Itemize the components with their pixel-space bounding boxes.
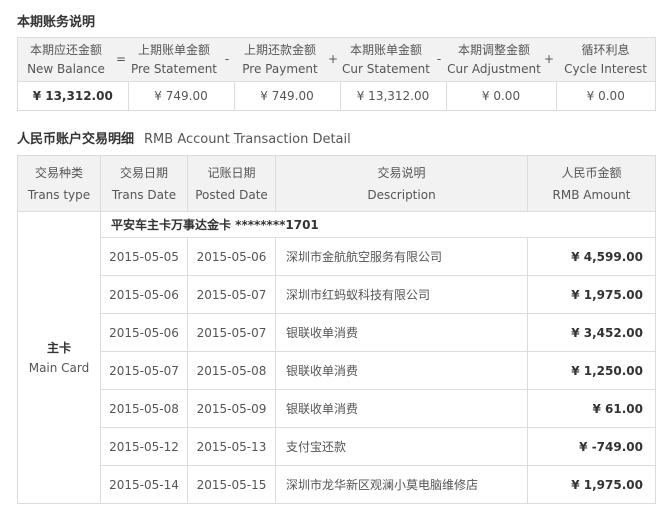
table-row: 2015-05-06 2015-05-07 银联收单消费 ¥ 3,452.00 xyxy=(18,313,656,352)
cur-adjustment-value: ¥ 0.00 xyxy=(445,81,557,111)
cycle-interest-header: 循环利息 Cycle Interest xyxy=(556,37,656,82)
transaction-table: 交易种类 Trans type 交易日期 Trans Date 记账日期 Pos… xyxy=(17,155,656,504)
header-label-en: Posted Date xyxy=(195,187,268,202)
header-label-zh: 循环利息 xyxy=(581,42,630,57)
header-label-en: Cur Adjustment xyxy=(447,61,541,76)
cur-statement-value: ¥ 13,312.00 xyxy=(339,81,447,111)
header-label-zh: 上期账单金额 xyxy=(137,42,210,57)
amount: ¥ 4,599.00 xyxy=(527,237,656,276)
minus-operator: - xyxy=(432,37,446,82)
card-title-row: 主卡 Main Card 平安车主卡万事达金卡 ********1701 xyxy=(17,211,656,504)
rmb-section-title-en: RMB Account Transaction Detail xyxy=(144,132,351,147)
header-label-zh: 人民币金额 xyxy=(561,165,622,180)
header-label-zh: 交易种类 xyxy=(34,165,83,180)
header-label-en: Description xyxy=(367,187,436,202)
header-label-en: Cur Statement xyxy=(342,61,430,76)
trans-date: 2015-05-06 xyxy=(100,313,188,352)
trans-date: 2015-05-05 xyxy=(100,237,188,276)
header-label-zh: 上期还款金额 xyxy=(243,42,316,57)
cycle-interest-value: ¥ 0.00 xyxy=(555,81,656,111)
posted-date: 2015-05-07 xyxy=(187,275,276,314)
amount: ¥ 61.00 xyxy=(527,389,656,428)
amount: ¥ 1,975.00 xyxy=(527,465,656,504)
header-label-zh: 记账日期 xyxy=(207,165,256,180)
pre-statement-value: ¥ 749.00 xyxy=(127,81,235,111)
pre-payment-header: 上期还款金额 Pre Payment xyxy=(234,37,326,82)
description: 深圳市金航航空服务有限公司 xyxy=(275,237,528,276)
trans-date: 2015-05-12 xyxy=(100,427,188,466)
header-label-en: Pre Payment xyxy=(242,61,318,76)
new-balance-value: ¥ 13,312.00 xyxy=(17,81,129,111)
header-label-zh: 本期应还金额 xyxy=(29,42,102,57)
balance-summary-table: 本期应还金额 New Balance = 上期账单金额 Pre Statemen… xyxy=(17,37,656,111)
trans-date: 2015-05-14 xyxy=(100,465,188,504)
header-label-zh: 交易说明 xyxy=(377,165,426,180)
card-type-en: Main Card xyxy=(28,360,90,375)
plus-operator: + xyxy=(542,37,556,82)
rmb-amount-header: 人民币金额 RMB Amount xyxy=(527,155,656,212)
plus-operator: + xyxy=(326,37,340,82)
cur-adjustment-header: 本期调整金额 Cur Adjustment xyxy=(446,37,542,82)
balance-values-row: ¥ 13,312.00 ¥ 749.00 ¥ 749.00 ¥ 13,312.0… xyxy=(17,81,656,111)
posted-date: 2015-05-09 xyxy=(187,389,276,428)
header-label-zh: 本期调整金额 xyxy=(457,42,530,57)
amount: ¥ 1,975.00 xyxy=(527,275,656,314)
minus-operator: - xyxy=(220,37,234,82)
rmb-section-title-zh: 人民币账户交易明细 xyxy=(17,132,135,147)
new-balance-header: 本期应还金额 New Balance xyxy=(17,37,114,82)
description: 支付宝还款 xyxy=(275,427,528,466)
balance-header-row: 本期应还金额 New Balance = 上期账单金额 Pre Statemen… xyxy=(17,37,656,82)
amount: ¥ -749.00 xyxy=(527,427,656,466)
transaction-header-row: 交易种类 Trans type 交易日期 Trans Date 记账日期 Pos… xyxy=(17,155,656,212)
pre-statement-header: 上期账单金额 Pre Statement xyxy=(128,37,220,82)
card-type-cell: 主卡 Main Card xyxy=(17,211,101,504)
header-label-en: RMB Amount xyxy=(552,187,631,202)
statement-summary-title: 本期账务说明 xyxy=(17,15,96,30)
table-row: 2015-05-06 2015-05-07 深圳市红蚂蚁科技有限公司 ¥ 1,9… xyxy=(18,275,656,314)
description: 深圳市龙华新区观澜小莫电脑维修店 xyxy=(275,465,528,504)
equals-operator: = xyxy=(114,37,128,82)
trans-date-header: 交易日期 Trans Date xyxy=(100,155,188,212)
posted-date-header: 记账日期 Posted Date xyxy=(187,155,276,212)
posted-date: 2015-05-07 xyxy=(187,313,276,352)
trans-date: 2015-05-08 xyxy=(100,389,188,428)
amount: ¥ 1,250.00 xyxy=(527,351,656,390)
header-label-zh: 本期账单金额 xyxy=(349,42,422,57)
table-row: 2015-05-12 2015-05-13 支付宝还款 ¥ -749.00 xyxy=(18,427,656,466)
description: 深圳市红蚂蚁科技有限公司 xyxy=(275,275,528,314)
posted-date: 2015-05-13 xyxy=(187,427,276,466)
pre-payment-value: ¥ 749.00 xyxy=(233,81,341,111)
card-type-zh: 主卡 xyxy=(46,340,71,355)
trans-date: 2015-05-07 xyxy=(100,351,188,390)
description: 银联收单消费 xyxy=(275,313,528,352)
header-label-en: Trans Date xyxy=(111,187,177,202)
description-header: 交易说明 Description xyxy=(275,155,528,212)
card-title: 平安车主卡万事达金卡 ********1701 xyxy=(100,211,656,238)
trans-type-header: 交易种类 Trans type xyxy=(17,155,101,212)
description: 银联收单消费 xyxy=(275,351,528,390)
table-row: 2015-05-08 2015-05-09 银联收单消费 ¥ 61.00 xyxy=(18,389,656,428)
table-row: 2015-05-07 2015-05-08 银联收单消费 ¥ 1,250.00 xyxy=(18,351,656,390)
header-label-en: Cycle Interest xyxy=(564,61,647,76)
table-row: 2015-05-14 2015-05-15 深圳市龙华新区观澜小莫电脑维修店 ¥… xyxy=(18,465,656,504)
cur-statement-header: 本期账单金额 Cur Statement xyxy=(340,37,432,82)
posted-date: 2015-05-08 xyxy=(187,351,276,390)
header-label-en: New Balance xyxy=(27,61,105,76)
posted-date: 2015-05-15 xyxy=(187,465,276,504)
rmb-section-title: 人民币账户交易明细 RMB Account Transaction Detail xyxy=(17,128,351,147)
description: 银联收单消费 xyxy=(275,389,528,428)
header-label-zh: 交易日期 xyxy=(119,165,168,180)
header-label-en: Pre Statement xyxy=(130,61,218,76)
amount: ¥ 3,452.00 xyxy=(527,313,656,352)
header-label-en: Trans type xyxy=(27,187,91,202)
trans-date: 2015-05-06 xyxy=(100,275,188,314)
table-row: 2015-05-05 2015-05-06 深圳市金航航空服务有限公司 ¥ 4,… xyxy=(18,237,656,276)
posted-date: 2015-05-06 xyxy=(187,237,276,276)
